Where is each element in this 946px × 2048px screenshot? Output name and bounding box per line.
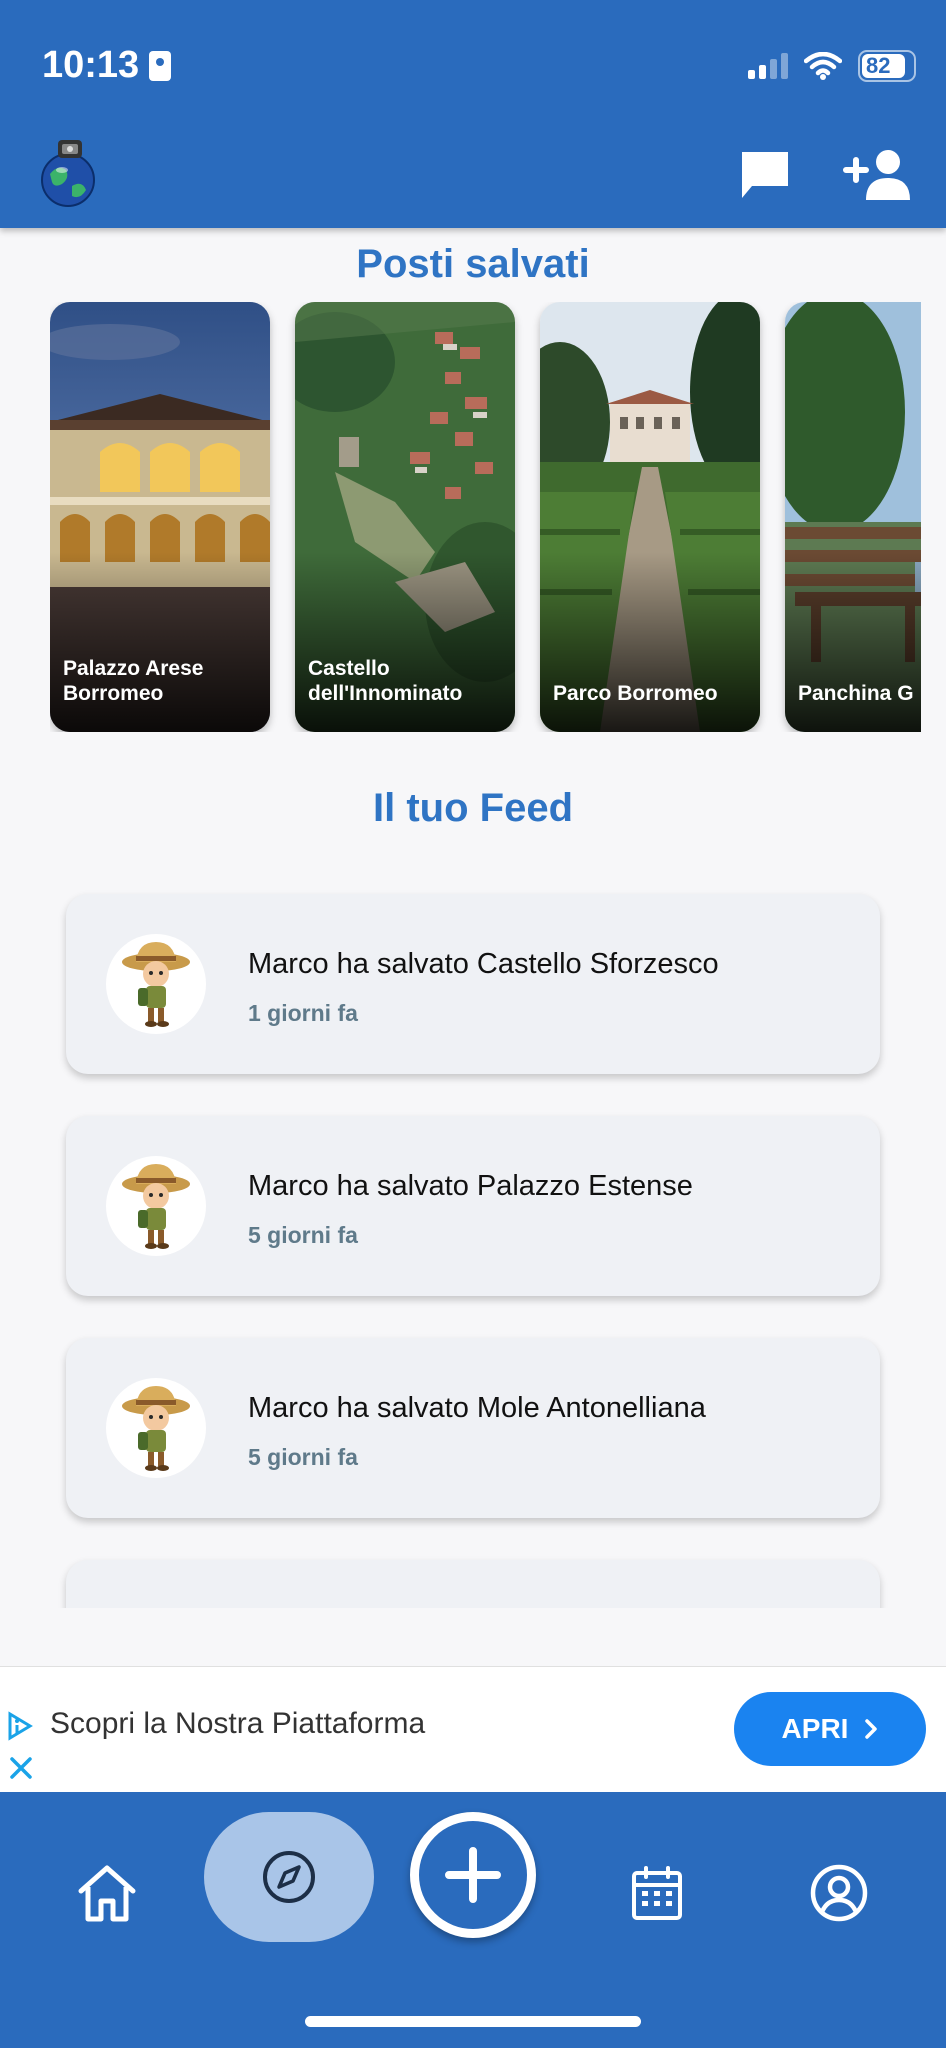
place-name: Parco Borromeo bbox=[553, 682, 718, 705]
nav-home[interactable] bbox=[62, 1848, 152, 1938]
chat-icon[interactable] bbox=[738, 148, 792, 202]
compass-icon bbox=[263, 1851, 315, 1903]
explorer-avatar bbox=[106, 1156, 206, 1256]
saved-places-carousel[interactable]: Palazzo Arese Borromeo Castello dell'Inn… bbox=[50, 302, 921, 732]
place-card[interactable]: Castello dell'Innominato bbox=[295, 302, 515, 732]
bottom-nav bbox=[0, 1792, 946, 2048]
signal-icon bbox=[748, 53, 788, 79]
nav-explore[interactable] bbox=[204, 1812, 374, 1942]
feed-item-time: 5 giorni fa bbox=[248, 1444, 358, 1470]
ad-open-label: APRI bbox=[781, 1713, 849, 1744]
feed-item-partial[interactable] bbox=[66, 1560, 880, 1608]
place-card[interactable]: Panchina G bbox=[785, 302, 921, 732]
saved-section-title: Posti salvati bbox=[356, 242, 590, 286]
place-name: Panchina G bbox=[798, 682, 914, 705]
ad-choices-icon[interactable] bbox=[6, 1711, 34, 1741]
place-name: Palazzo Arese Borromeo bbox=[63, 657, 204, 705]
nav-calendar[interactable] bbox=[612, 1848, 702, 1938]
add-friend-icon[interactable] bbox=[842, 148, 916, 202]
explorer-avatar bbox=[106, 934, 206, 1034]
place-card[interactable]: Parco Borromeo bbox=[540, 302, 760, 732]
battery-icon: 82 bbox=[858, 50, 916, 82]
feed-item-time: 5 giorni fa bbox=[248, 1222, 358, 1248]
home-icon bbox=[78, 1865, 136, 1922]
nav-add-button[interactable] bbox=[410, 1812, 536, 1938]
place-name: Castello dell'Innominato bbox=[308, 657, 463, 705]
ad-open-button[interactable]: APRI bbox=[734, 1692, 926, 1766]
feed-item[interactable]: Marco ha salvato Mole Antonelliana 5 gio… bbox=[66, 1338, 880, 1518]
feed-item-time: 1 giorni fa bbox=[248, 1000, 358, 1026]
status-icons: 82 bbox=[748, 50, 916, 82]
app-logo-globe-icon[interactable] bbox=[40, 134, 96, 210]
status-time-text: 10:13 bbox=[42, 44, 140, 86]
feed-list[interactable]: Marco ha salvato Castello Sforzesco 1 gi… bbox=[0, 870, 946, 1608]
contact-card-icon bbox=[149, 50, 172, 81]
feed-item-text: Marco ha salvato Palazzo Estense bbox=[248, 1170, 693, 1202]
add-icon bbox=[445, 1847, 501, 1903]
feed-item-text: Marco ha salvato Mole Antonelliana bbox=[248, 1392, 706, 1424]
wifi-icon bbox=[804, 52, 842, 80]
chevron-right-icon bbox=[865, 1719, 878, 1739]
explorer-avatar bbox=[106, 1378, 206, 1478]
home-indicator[interactable] bbox=[305, 2016, 641, 2027]
app-header: 10:13 82 bbox=[0, 0, 946, 228]
nav-profile[interactable] bbox=[794, 1848, 884, 1938]
place-card[interactable]: Palazzo Arese Borromeo bbox=[50, 302, 270, 732]
calendar-icon bbox=[632, 1866, 682, 1920]
feed-item[interactable]: Marco ha salvato Palazzo Estense 5 giorn… bbox=[66, 1116, 880, 1296]
feed-section-title: Il tuo Feed bbox=[373, 786, 573, 830]
feed-item-text: Marco ha salvato Castello Sforzesco bbox=[248, 948, 719, 980]
status-time: 10:13 bbox=[42, 44, 172, 87]
feed-item[interactable]: Marco ha salvato Castello Sforzesco 1 gi… bbox=[66, 894, 880, 1074]
ad-text: Scopri la Nostra Piattaforma bbox=[50, 1707, 426, 1740]
ad-close-icon[interactable] bbox=[8, 1755, 34, 1781]
profile-icon bbox=[810, 1864, 868, 1922]
battery-level: 82 bbox=[866, 53, 891, 78]
ad-banner[interactable]: Scopri la Nostra Piattaforma APRI bbox=[0, 1666, 946, 1792]
